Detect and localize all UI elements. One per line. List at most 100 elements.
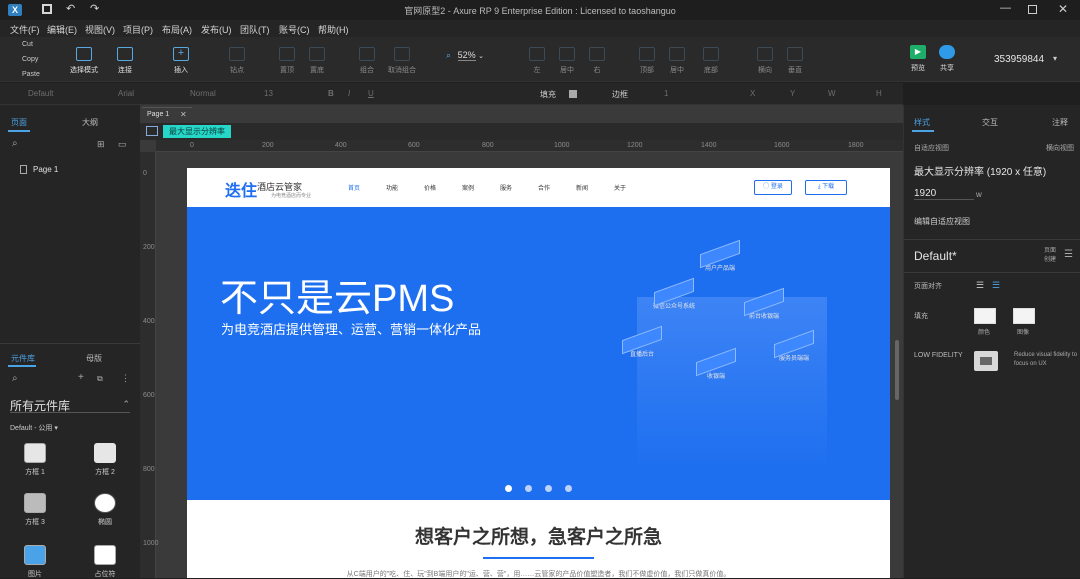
lib-box-3[interactable]: 方框 3 xyxy=(18,493,52,527)
nav-features[interactable]: 功能 xyxy=(386,183,398,192)
fill-color-swatch[interactable] xyxy=(569,90,577,98)
minimize-button[interactable]: — xyxy=(1000,2,1011,14)
carousel-dot[interactable] xyxy=(545,485,552,492)
share-button[interactable]: 共享 xyxy=(934,45,960,73)
group-button[interactable]: 组合 xyxy=(352,47,382,75)
align-top-button[interactable]: 顶部 xyxy=(636,47,658,75)
menu-layout[interactable]: 布局(A) xyxy=(162,23,192,36)
point-button[interactable]: 钻点 xyxy=(222,47,252,75)
insert-button[interactable]: + 插入 xyxy=(164,47,198,75)
nav-news[interactable]: 新闻 xyxy=(576,183,588,192)
italic-button[interactable]: I xyxy=(348,89,350,98)
page-list-item[interactable]: Page 1 xyxy=(0,163,140,177)
library-select[interactable]: 所有元件库 ⌃ xyxy=(10,397,130,413)
zoom-control[interactable]: ⌕ 52% ⌄ xyxy=(446,50,500,64)
align-bottom-button[interactable]: 底部 xyxy=(694,47,728,75)
lib-image[interactable]: 图片 xyxy=(18,545,52,579)
download-button[interactable]: ⤓ 下载 xyxy=(805,180,847,195)
lib-more-icon[interactable]: ⋮ xyxy=(121,373,130,384)
add-page-icon[interactable]: ⊞ xyxy=(97,139,105,150)
menu-team[interactable]: 团队(T) xyxy=(240,23,270,36)
tab-interactions[interactable]: 交互 xyxy=(982,117,998,128)
add-folder-icon[interactable]: ▭ xyxy=(118,139,127,150)
menu-publish[interactable]: 发布(U) xyxy=(201,23,232,36)
nav-cases[interactable]: 案例 xyxy=(462,183,474,192)
align-middle-button[interactable]: 居中 xyxy=(666,47,688,75)
align-center-button[interactable]: 居中 xyxy=(556,47,578,75)
align-left-icon[interactable]: ☰ xyxy=(976,280,984,291)
edit-adaptive-link[interactable]: 编辑自适应视图 xyxy=(914,216,970,227)
font-size-select[interactable]: 13 xyxy=(264,89,273,98)
page-canvas[interactable]: 迭住 酒店云管家 为电竞酒店而专业 首页 功能 价格 案例 服务 合作 新闻 关… xyxy=(187,168,890,578)
select-mode-button[interactable]: 选择模式 xyxy=(62,47,106,75)
preview-button[interactable]: ▶ 预览 xyxy=(906,45,930,73)
tab-pages[interactable]: 页面 xyxy=(11,117,27,128)
lib-placeholder[interactable]: 占位符 xyxy=(88,545,122,579)
lib-ellipse[interactable]: 椭圆 xyxy=(88,493,122,527)
style-manage-icon[interactable]: ☰ xyxy=(1064,249,1073,260)
menu-help[interactable]: 帮助(H) xyxy=(318,23,349,36)
font-select[interactable]: Arial xyxy=(118,89,134,98)
nav-partner[interactable]: 合作 xyxy=(538,183,550,192)
ungroup-button[interactable]: 取消组合 xyxy=(382,47,422,75)
nav-service[interactable]: 服务 xyxy=(500,183,512,192)
nav-about[interactable]: 关于 xyxy=(614,183,626,192)
align-right-button[interactable]: 右 xyxy=(586,47,608,75)
ruler-v-label: 600 xyxy=(143,392,155,399)
menu-account[interactable]: 账号(C) xyxy=(279,23,310,36)
search-icon[interactable]: ⌕ xyxy=(12,138,18,149)
canvas-scrollbar[interactable] xyxy=(895,340,899,400)
fill-image-swatch[interactable] xyxy=(1013,308,1035,324)
distribute-h-button[interactable]: 横向 xyxy=(754,47,776,75)
close-button[interactable]: ✕ xyxy=(1058,2,1068,16)
breakpoint-tag[interactable]: 最大显示分辨率 xyxy=(163,125,231,138)
style-select[interactable]: Default xyxy=(28,89,53,98)
send-back-button[interactable]: 置底 xyxy=(302,47,332,75)
tab-notes[interactable]: 注释 xyxy=(1052,117,1068,128)
lib-box-2[interactable]: 方框 2 xyxy=(88,443,122,477)
tab-style[interactable]: 样式 xyxy=(914,117,930,128)
lib-add-icon[interactable]: + xyxy=(78,372,84,383)
menu-project[interactable]: 项目(P) xyxy=(123,23,153,36)
library-group[interactable]: Default - 公用 ▾ xyxy=(10,423,58,433)
tab-library[interactable]: 元件库 xyxy=(11,353,35,364)
connect-button[interactable]: 连接 xyxy=(110,47,140,75)
menu-file[interactable]: 文件(F) xyxy=(10,23,40,36)
account-id[interactable]: 353959844 xyxy=(994,54,1044,65)
nav-home[interactable]: 首页 xyxy=(348,183,360,192)
page-style-link[interactable]: 页面 创建 xyxy=(1044,245,1062,263)
distribute-v-button[interactable]: 垂直 xyxy=(784,47,806,75)
bold-button[interactable]: B xyxy=(328,89,334,98)
align-center-icon[interactable]: ☰ xyxy=(992,280,1000,291)
bring-front-button[interactable]: 置顶 xyxy=(272,47,302,75)
width-input[interactable]: 1920 xyxy=(914,188,974,200)
carousel-dot[interactable] xyxy=(525,485,532,492)
fill-color-swatch[interactable] xyxy=(974,308,996,324)
maximize-button[interactable] xyxy=(1028,5,1037,14)
account-chevron-icon[interactable]: ▾ xyxy=(1053,54,1057,63)
nav-pricing[interactable]: 价格 xyxy=(424,183,436,192)
tab-outline[interactable]: 大纲 xyxy=(82,117,98,128)
login-button[interactable]: ◯ 登录 xyxy=(754,180,792,195)
low-fidelity-toggle[interactable] xyxy=(974,351,998,371)
carousel-dot-active[interactable] xyxy=(505,485,512,492)
weight-select[interactable]: Normal xyxy=(190,89,216,98)
cut-button[interactable]: Cut xyxy=(22,41,33,48)
menu-view[interactable]: 视图(V) xyxy=(85,23,115,36)
close-tab-icon[interactable]: ✕ xyxy=(180,110,187,119)
style-name[interactable]: Default* xyxy=(914,249,957,263)
canvas-tab[interactable]: Page 1 ✕ xyxy=(142,107,192,121)
menu-edit[interactable]: 编辑(E) xyxy=(47,23,77,36)
carousel-dot[interactable] xyxy=(565,485,572,492)
tab-masters[interactable]: 母版 xyxy=(86,353,102,364)
border-width-value[interactable]: 1 xyxy=(664,89,668,98)
paste-button[interactable]: Paste xyxy=(22,71,40,78)
lib-search-icon[interactable]: ⌕ xyxy=(12,373,18,384)
underline-button[interactable]: U xyxy=(368,89,374,98)
lib-box-1[interactable]: 方框 1 xyxy=(18,443,52,477)
lib-copy-icon[interactable]: ⧉ xyxy=(97,374,103,384)
view-mode-label[interactable]: 横向视图 xyxy=(1046,143,1074,153)
copy-button[interactable]: Copy xyxy=(22,56,38,63)
adaptive-view-icon[interactable] xyxy=(146,126,158,136)
align-left-button[interactable]: 左 xyxy=(526,47,548,75)
